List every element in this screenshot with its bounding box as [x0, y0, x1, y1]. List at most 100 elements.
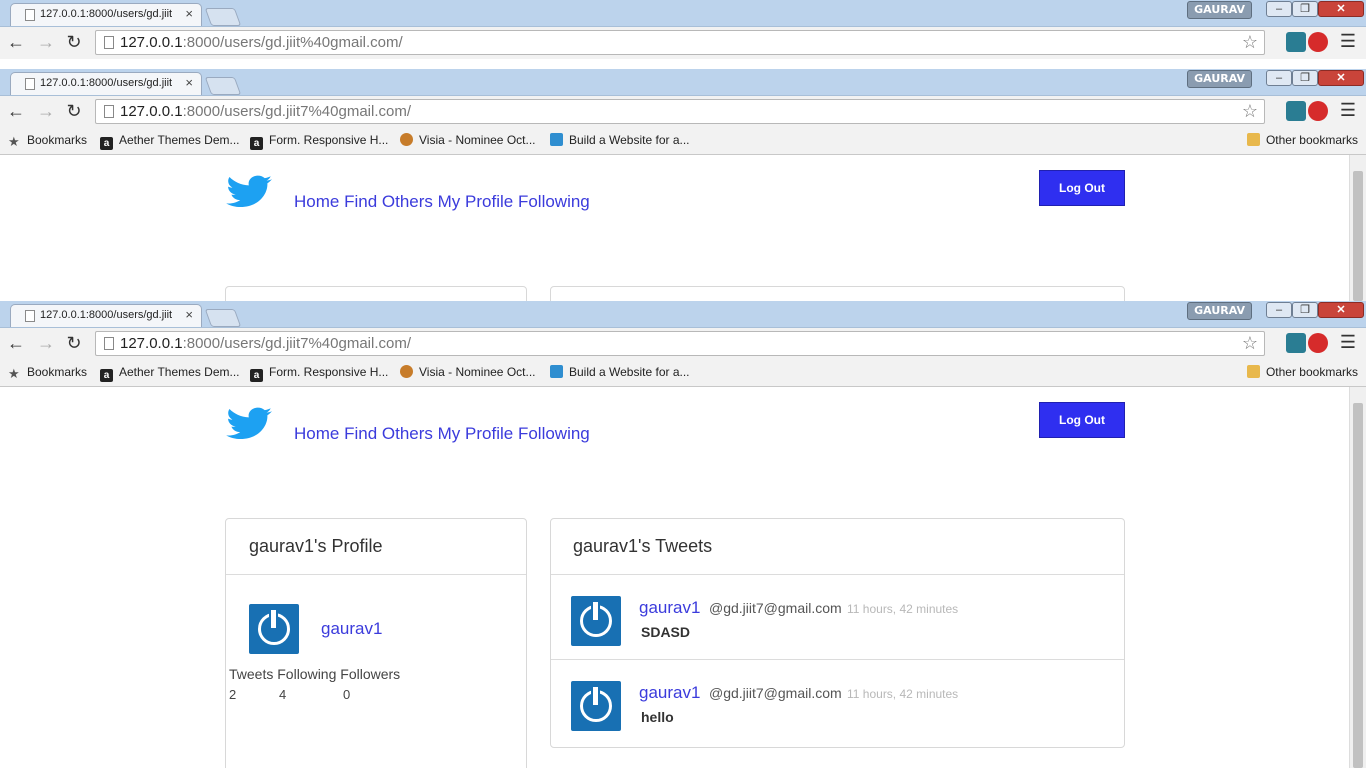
- scrollbar[interactable]: [1349, 387, 1366, 768]
- tweet-item: gaurav1 @gd.jiit7@gmail.com 11 hours, 42…: [551, 659, 1124, 744]
- maximize-button[interactable]: ❐: [1292, 1, 1318, 17]
- profile-username-link[interactable]: gaurav1: [321, 619, 382, 639]
- scrollbar-thumb[interactable]: [1353, 171, 1363, 301]
- maximize-button[interactable]: ❐: [1292, 70, 1318, 86]
- folder-icon: [1246, 133, 1260, 146]
- extension-icon[interactable]: [1286, 101, 1306, 121]
- tweets-heading: gaurav1's Tweets: [551, 519, 1124, 575]
- bookmarks-bar: ★ Bookmarks a Aether Themes Dem... a Form. …: [0, 128, 1366, 155]
- nav-following-link[interactable]: Following: [518, 424, 590, 443]
- bookmark-item[interactable]: Visia - Nominee Oct...: [400, 133, 535, 147]
- nav-following-link[interactable]: Following: [518, 192, 590, 211]
- tab-title: 127.0.0.1:8000/users/gd.jiit: [40, 8, 173, 20]
- bookmark-item[interactable]: Visia - Nominee Oct...: [400, 365, 535, 379]
- adblock-icon[interactable]: [1308, 333, 1328, 353]
- tweets-panel: [550, 286, 1125, 301]
- close-window-button[interactable]: ✕: [1318, 70, 1364, 86]
- bookmark-item[interactable]: Build a Website for a...: [550, 133, 690, 147]
- following-count: 4: [279, 687, 287, 702]
- new-tab-button[interactable]: [204, 309, 242, 327]
- tweet-author-link[interactable]: gaurav1: [639, 598, 700, 618]
- other-bookmarks[interactable]: Other bookmarks: [1246, 133, 1358, 147]
- bookmark-item[interactable]: Build a Website for a...: [550, 365, 690, 379]
- url-text: 127.0.0.1:8000/users/gd.jiit7%40gmail.co…: [120, 335, 412, 352]
- adblock-icon[interactable]: [1308, 32, 1328, 52]
- menu-icon[interactable]: ☰: [1340, 332, 1356, 353]
- reload-button[interactable]: ↻: [64, 101, 84, 122]
- page-content: Home Find Others My Profile Following Lo…: [0, 387, 1350, 768]
- profile-badge[interactable]: GAURAV: [1187, 70, 1252, 88]
- a-icon: a: [250, 369, 263, 382]
- back-button[interactable]: ←: [6, 333, 26, 354]
- bookmark-star-icon[interactable]: ☆: [1242, 101, 1258, 122]
- scrollbar[interactable]: [1349, 155, 1366, 301]
- close-tab-icon[interactable]: ×: [185, 307, 193, 322]
- twitter-bird-icon[interactable]: [226, 175, 274, 211]
- tab-title: 127.0.0.1:8000/users/gd.jiit: [40, 309, 173, 321]
- minimize-button[interactable]: –: [1266, 302, 1292, 318]
- adblock-icon[interactable]: [1308, 101, 1328, 121]
- bookmarks-menu[interactable]: ★ Bookmarks: [8, 365, 87, 381]
- forward-button[interactable]: →: [36, 333, 56, 354]
- address-bar[interactable]: 127.0.0.1:8000/users/gd.jiit7%40gmail.co…: [95, 331, 1265, 356]
- power-icon-stem: [271, 610, 276, 628]
- logout-button[interactable]: Log Out: [1039, 170, 1125, 206]
- avatar[interactable]: [571, 681, 621, 731]
- bookmark-item[interactable]: a Form. Responsive H...: [250, 365, 388, 382]
- nav-find-others-link[interactable]: Find Others: [344, 424, 433, 443]
- address-bar[interactable]: 127.0.0.1:8000/users/gd.jiit7%40gmail.co…: [95, 99, 1265, 124]
- new-tab-button[interactable]: [204, 8, 242, 26]
- tweets-panel: gaurav1's Tweets gaurav1 @gd.jiit7@gmail…: [550, 518, 1125, 748]
- tab-strip: 127.0.0.1:8000/users/gd.jiit × GAURAV – …: [0, 0, 1366, 27]
- tweet-author-link[interactable]: gaurav1: [639, 683, 700, 703]
- back-button[interactable]: ←: [6, 101, 26, 122]
- nav-my-profile-link[interactable]: My Profile: [438, 192, 514, 211]
- menu-icon[interactable]: ☰: [1340, 31, 1356, 52]
- bookmarks-menu[interactable]: ★ Bookmarks: [8, 133, 87, 149]
- a-icon: a: [250, 137, 263, 150]
- minimize-button[interactable]: –: [1266, 70, 1292, 86]
- page-icon: [104, 337, 114, 350]
- browser-tab[interactable]: 127.0.0.1:8000/users/gd.jiit ×: [10, 3, 202, 26]
- minimize-button[interactable]: –: [1266, 1, 1292, 17]
- address-bar[interactable]: 127.0.0.1:8000/users/gd.jiit%40gmail.com…: [95, 30, 1265, 55]
- tweet-text: hello: [641, 709, 674, 725]
- back-button[interactable]: ←: [6, 32, 26, 53]
- nav-my-profile-link[interactable]: My Profile: [438, 424, 514, 443]
- bookmark-item[interactable]: a Aether Themes Dem...: [100, 133, 240, 150]
- other-bookmarks[interactable]: Other bookmarks: [1246, 365, 1358, 379]
- close-window-button[interactable]: ✕: [1318, 302, 1364, 318]
- bookmark-item[interactable]: a Form. Responsive H...: [250, 133, 388, 150]
- new-tab-button[interactable]: [204, 77, 242, 95]
- close-window-button[interactable]: ✕: [1318, 1, 1364, 17]
- main-nav: Home Find Others My Profile Following: [294, 192, 590, 212]
- profile-panel: gaurav1's Profile gaurav1 Tweets Followi…: [225, 518, 527, 768]
- bookmark-star-icon[interactable]: ☆: [1242, 333, 1258, 354]
- twitter-bird-icon[interactable]: [226, 407, 274, 443]
- bookmark-star-icon[interactable]: ☆: [1242, 32, 1258, 53]
- profile-badge[interactable]: GAURAV: [1187, 302, 1252, 320]
- close-tab-icon[interactable]: ×: [185, 75, 193, 90]
- avatar[interactable]: [571, 596, 621, 646]
- profile-badge[interactable]: GAURAV: [1187, 1, 1252, 19]
- logout-button[interactable]: Log Out: [1039, 402, 1125, 438]
- cog-icon: [400, 133, 413, 146]
- browser-tab[interactable]: 127.0.0.1:8000/users/gd.jiit ×: [10, 304, 202, 327]
- bookmark-item[interactable]: a Aether Themes Dem...: [100, 365, 240, 382]
- browser-tab[interactable]: 127.0.0.1:8000/users/gd.jiit ×: [10, 72, 202, 95]
- nav-home-link[interactable]: Home: [294, 192, 339, 211]
- forward-button[interactable]: →: [36, 32, 56, 53]
- extension-icon[interactable]: [1286, 32, 1306, 52]
- reload-button[interactable]: ↻: [64, 333, 84, 354]
- close-tab-icon[interactable]: ×: [185, 6, 193, 21]
- nav-find-others-link[interactable]: Find Others: [344, 192, 433, 211]
- forward-button[interactable]: →: [36, 101, 56, 122]
- maximize-button[interactable]: ❐: [1292, 302, 1318, 318]
- reload-button[interactable]: ↻: [64, 32, 84, 53]
- avatar[interactable]: [249, 604, 299, 654]
- bird-icon: [550, 365, 563, 378]
- nav-home-link[interactable]: Home: [294, 424, 339, 443]
- extension-icon[interactable]: [1286, 333, 1306, 353]
- menu-icon[interactable]: ☰: [1340, 100, 1356, 121]
- scrollbar-thumb[interactable]: [1353, 403, 1363, 768]
